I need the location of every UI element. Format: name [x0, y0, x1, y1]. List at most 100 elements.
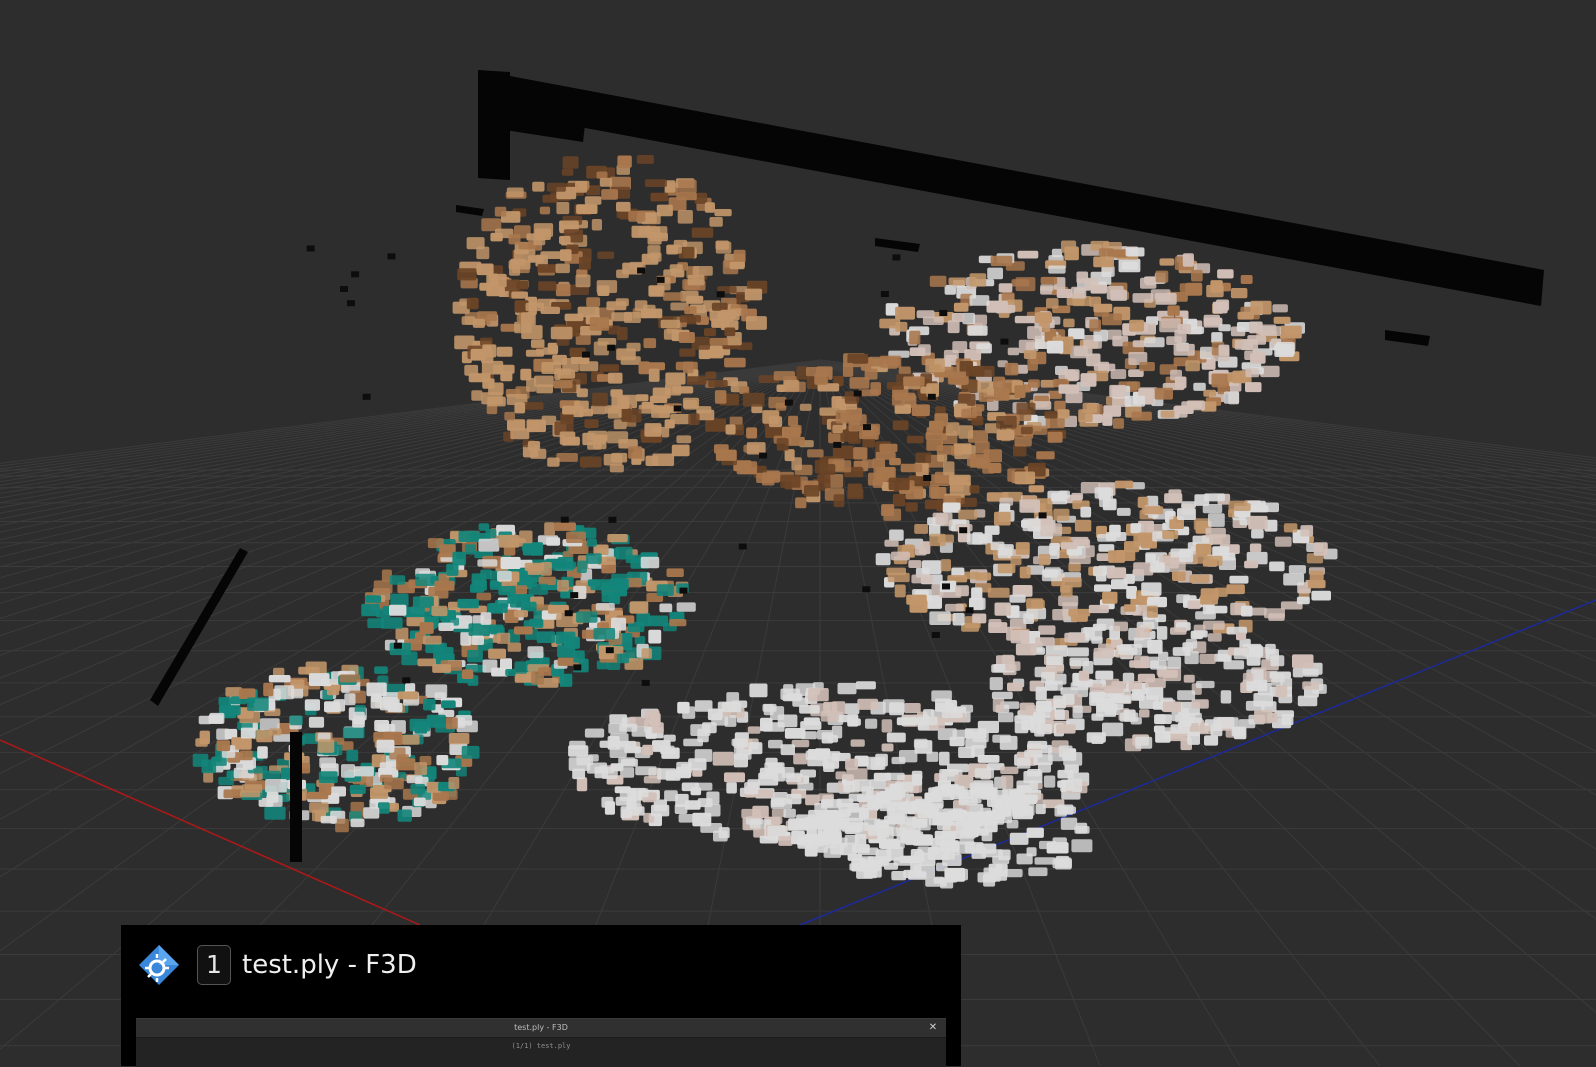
- cloud-point: [1093, 303, 1113, 313]
- cloud-point: [611, 396, 630, 409]
- cloud-point: [879, 355, 902, 368]
- cloud-point: [307, 791, 329, 800]
- cloud-point: [640, 308, 663, 319]
- cloud-point: [665, 372, 686, 385]
- cloud-point: [1273, 316, 1291, 324]
- cloud-point: [480, 612, 492, 625]
- cloud-point: [892, 254, 901, 261]
- cloud-point: [904, 703, 921, 714]
- cloud-point: [677, 701, 690, 714]
- cloud-point: [603, 453, 623, 466]
- cloud-point: [628, 409, 642, 423]
- cloud-point: [320, 678, 332, 687]
- cloud-point: [564, 313, 584, 322]
- cloud-point: [773, 371, 795, 381]
- window-title: test.ply - F3D: [242, 950, 417, 980]
- cloud-point: [991, 691, 1013, 700]
- cloud-point: [1187, 600, 1201, 610]
- cloud-point: [636, 155, 654, 164]
- cloud-point: [1063, 318, 1075, 328]
- cloud-point: [1249, 543, 1262, 553]
- cloud-point: [833, 494, 845, 508]
- cloud-point: [504, 411, 515, 421]
- cloud-point: [833, 441, 842, 448]
- cloud-point: [917, 808, 932, 819]
- cloud-point: [800, 769, 816, 778]
- cloud-point: [305, 661, 327, 675]
- cloud-point: [1182, 253, 1194, 267]
- cloud-point: [1244, 560, 1259, 569]
- cloud-point: [969, 273, 987, 287]
- cloud-point: [541, 362, 562, 374]
- cloud-point: [1147, 639, 1163, 654]
- cloud-point: [927, 848, 950, 860]
- cloud-point: [1217, 269, 1234, 279]
- cloud-point: [1268, 613, 1285, 621]
- cloud-point: [1080, 373, 1097, 387]
- cloud-point: [457, 598, 479, 609]
- cloud-point: [1000, 766, 1019, 774]
- cloud-point: [1269, 561, 1285, 572]
- 3d-viewport[interactable]: [0, 0, 1596, 1066]
- cloud-point: [949, 736, 965, 747]
- cloud-point: [500, 371, 513, 382]
- cloud-point: [817, 821, 830, 830]
- cloud-point: [1015, 277, 1036, 292]
- cloud-point: [557, 644, 576, 658]
- cloud-point: [555, 263, 570, 274]
- cloud-point: [423, 698, 436, 711]
- cloud-point: [599, 177, 613, 187]
- cloud-point: [678, 814, 700, 823]
- cloud-point: [868, 472, 884, 486]
- cloud-point: [351, 271, 360, 278]
- cloud-point: [1141, 506, 1164, 515]
- cloud-point: [673, 405, 682, 412]
- cloud-point: [993, 376, 1006, 390]
- cloud-point: [678, 332, 695, 343]
- cloud-point: [257, 746, 268, 759]
- cloud-point: [547, 342, 559, 354]
- cloud-point: [823, 846, 841, 858]
- cloud-point: [953, 302, 969, 312]
- cloud-point: [990, 255, 1013, 267]
- cloud-point: [476, 263, 494, 276]
- cloud-point: [458, 530, 479, 542]
- cloud-point: [384, 777, 404, 790]
- cloud-point: [218, 776, 234, 786]
- close-icon[interactable]: ✕: [926, 1020, 940, 1036]
- cloud-point: [500, 556, 521, 569]
- cloud-point: [1163, 667, 1182, 682]
- cloud-point: [1311, 590, 1331, 601]
- cloud-point: [1179, 549, 1194, 563]
- cloud-point: [1237, 311, 1254, 320]
- cloud-point: [645, 455, 659, 466]
- cloud-point: [419, 622, 434, 634]
- cloud-point: [1181, 501, 1196, 509]
- taskbar-window-preview[interactable]: 1 test.ply - F3D test.ply - F3D ✕ (1/1) …: [121, 925, 961, 1067]
- cloud-point: [494, 206, 507, 217]
- cloud-point: [1017, 250, 1039, 259]
- cloud-point: [853, 390, 862, 397]
- cloud-point: [438, 622, 454, 631]
- cloud-point: [601, 189, 618, 200]
- cloud-point: [982, 466, 995, 474]
- cloud-point: [988, 622, 1008, 633]
- cloud-point: [1309, 570, 1324, 581]
- cloud-point: [1033, 401, 1052, 410]
- cloud-point: [441, 700, 456, 709]
- cloud-point: [1101, 313, 1122, 326]
- cloud-point: [1227, 373, 1247, 383]
- cloud-point: [783, 808, 796, 818]
- cloud-point: [992, 808, 1012, 817]
- cloud-point: [1177, 690, 1196, 701]
- cloud-point: [617, 155, 632, 168]
- cloud-point: [1009, 789, 1025, 802]
- cloud-point: [1064, 246, 1079, 261]
- cloud-point: [848, 421, 861, 432]
- cloud-point: [879, 318, 901, 329]
- cloud-point: [1041, 744, 1053, 754]
- cloud-point: [508, 234, 521, 245]
- cloud-point: [648, 713, 661, 726]
- window-thumbnail[interactable]: test.ply - F3D ✕ (1/1) test.ply: [136, 1018, 946, 1067]
- cloud-point: [711, 302, 728, 311]
